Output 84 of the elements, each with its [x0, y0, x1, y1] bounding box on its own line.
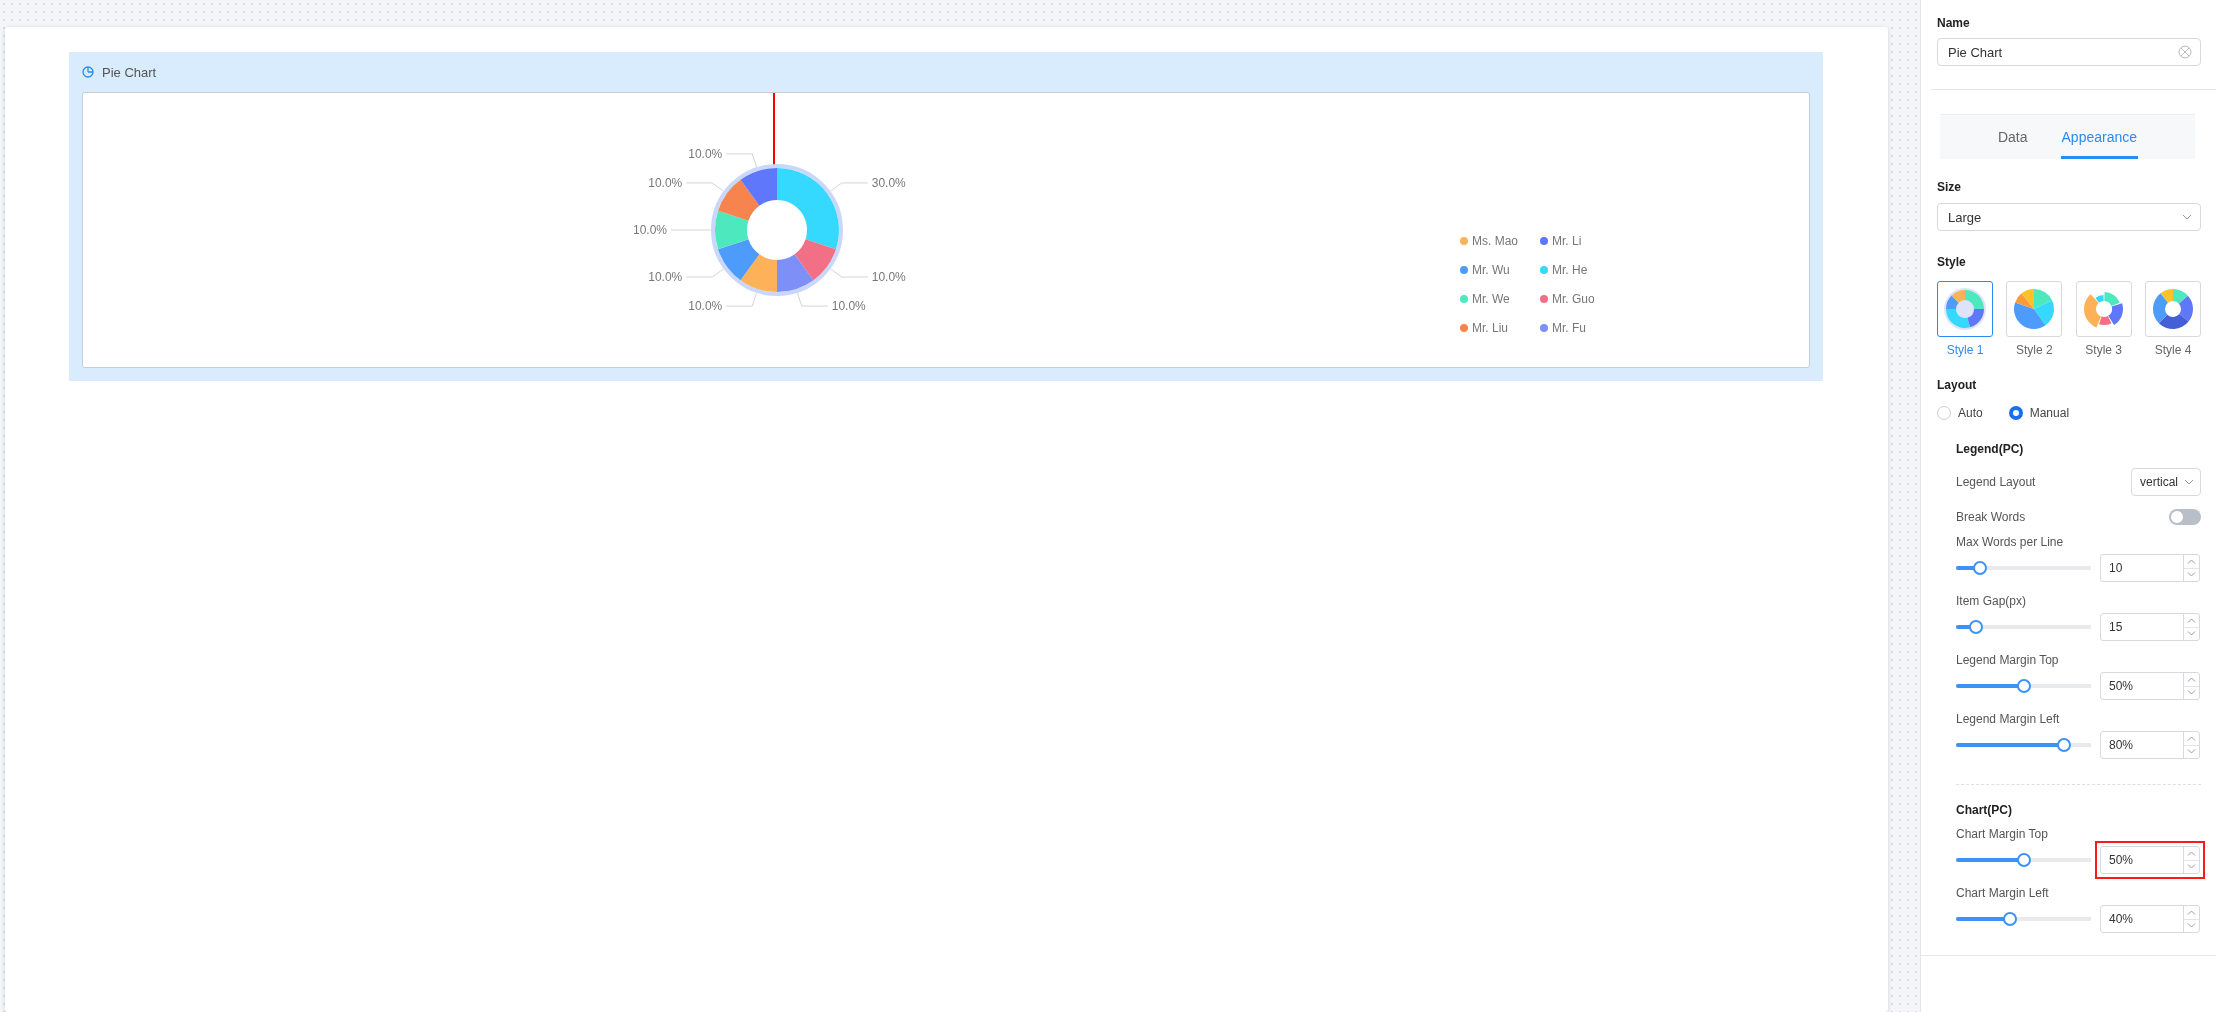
legend-label: Mr. Fu	[1552, 321, 1586, 335]
name-input[interactable]: Pie Chart	[1937, 38, 2201, 66]
clear-icon[interactable]	[2178, 45, 2192, 59]
radio-label: Manual	[2029, 406, 2070, 420]
setting-label: Chart Margin Top	[1956, 827, 2048, 841]
style-thumbnail-drawing	[2012, 287, 2057, 331]
chevron-up-icon[interactable]	[2187, 909, 2196, 915]
setting-label: Max Words per Line	[1956, 535, 2064, 549]
slider-thumb[interactable]	[2057, 738, 2071, 752]
legend-label: Mr. Wu	[1472, 263, 1510, 277]
leader-line	[725, 153, 758, 168]
setting-label: Legend Margin Top	[1956, 653, 2059, 667]
setting-label: Break Words	[1956, 510, 2026, 524]
chevron-up-icon[interactable]	[2187, 558, 2196, 564]
section-title: Legend(PC)	[1956, 442, 2025, 456]
legend-label: Mr. We	[1472, 292, 1510, 306]
legend-label: Mr. Liu	[1472, 321, 1508, 335]
field-label: Name	[1937, 16, 1971, 30]
number-input[interactable]: 50%	[2100, 672, 2200, 700]
slice-value-label: 10.0%	[688, 146, 723, 161]
slider-thumb[interactable]	[1973, 561, 1988, 575]
number-input[interactable]: 50%	[2100, 846, 2200, 874]
slice-value-label: 10.0%	[648, 270, 683, 284]
chevron-down-icon	[2184, 479, 2194, 485]
slice-value-label: 10.0%	[688, 299, 723, 314]
chevron-down-icon[interactable]	[2187, 690, 2196, 696]
legend-label: Ms. Mao	[1472, 234, 1518, 248]
chevron-down-icon[interactable]	[2187, 864, 2196, 870]
number-input[interactable]: 10	[2100, 554, 2200, 582]
radio-option[interactable]: Manual	[2008, 406, 2070, 420]
leader-line	[685, 268, 725, 278]
leader-line	[796, 292, 829, 307]
size-select[interactable]: Large	[1937, 203, 2201, 231]
number-input[interactable]: 80%	[2100, 731, 2200, 759]
style-label: Style 1	[1946, 343, 1984, 357]
chevron-up-icon[interactable]	[2187, 850, 2196, 856]
pie-chart-icon	[82, 66, 94, 78]
number-input[interactable]: 40%	[2100, 905, 2200, 933]
leader-line	[829, 268, 869, 278]
chevron-down-icon[interactable]	[2187, 749, 2196, 755]
slice-value-label: 10.0%	[648, 176, 683, 190]
chevron-down-icon	[2182, 214, 2192, 220]
radio-label: Auto	[1958, 406, 1983, 420]
field-label: Size	[1937, 180, 1962, 194]
slice-value-label: 10.0%	[831, 299, 866, 314]
chevron-down-icon[interactable]	[2187, 923, 2196, 929]
setting-label: Legend Layout	[1956, 475, 2036, 489]
slice-value-label: 10.0%	[632, 223, 667, 237]
legend-label: Mr. Guo	[1552, 292, 1595, 306]
legend-label: Mr. He	[1552, 263, 1588, 277]
style-label: Style 3	[2085, 343, 2122, 357]
leader-line	[829, 182, 869, 192]
slider-thumb[interactable]	[1969, 620, 1984, 634]
radio-dot[interactable]	[2008, 406, 2023, 420]
chevron-down-icon[interactable]	[2187, 631, 2196, 637]
number-input[interactable]: 15	[2100, 613, 2200, 641]
field-label: Style	[1937, 255, 1967, 269]
toggle-switch[interactable]	[2169, 509, 2201, 525]
field-label: Layout	[1937, 378, 1978, 392]
chevron-up-icon[interactable]	[2187, 617, 2196, 623]
setting-label: Item Gap(px)	[1956, 594, 2027, 608]
chevron-down-icon[interactable]	[2187, 572, 2196, 578]
slider-thumb[interactable]	[2003, 912, 2017, 926]
widget-title: Pie Chart	[102, 64, 157, 80]
style-label: Style 2	[2016, 343, 2053, 357]
setting-label: Legend Margin Left	[1956, 712, 2060, 726]
legend-layout-select[interactable]: vertical	[2131, 468, 2201, 496]
chevron-up-icon[interactable]	[2187, 676, 2196, 682]
section-title: Chart(PC)	[1956, 803, 2013, 817]
style-thumbnail-drawing	[2151, 287, 2195, 331]
slice-value-label: 10.0%	[871, 270, 906, 284]
radio-option[interactable]: Auto	[1937, 406, 1983, 420]
slice-value-label: 30.0%	[871, 176, 906, 190]
leader-line	[725, 292, 758, 307]
slider-thumb[interactable]	[2016, 853, 2031, 867]
tab[interactable]: Data	[1996, 115, 2029, 159]
slider-thumb[interactable]	[2016, 679, 2031, 693]
chevron-up-icon[interactable]	[2187, 735, 2196, 741]
style-thumbnail-drawing	[1943, 287, 1987, 331]
legend-label: Mr. Li	[1552, 234, 1582, 248]
style-label: Style 4	[2154, 343, 2192, 357]
setting-label: Chart Margin Left	[1956, 886, 2049, 900]
leader-line	[685, 182, 725, 192]
style-option[interactable]	[1937, 281, 1993, 337]
